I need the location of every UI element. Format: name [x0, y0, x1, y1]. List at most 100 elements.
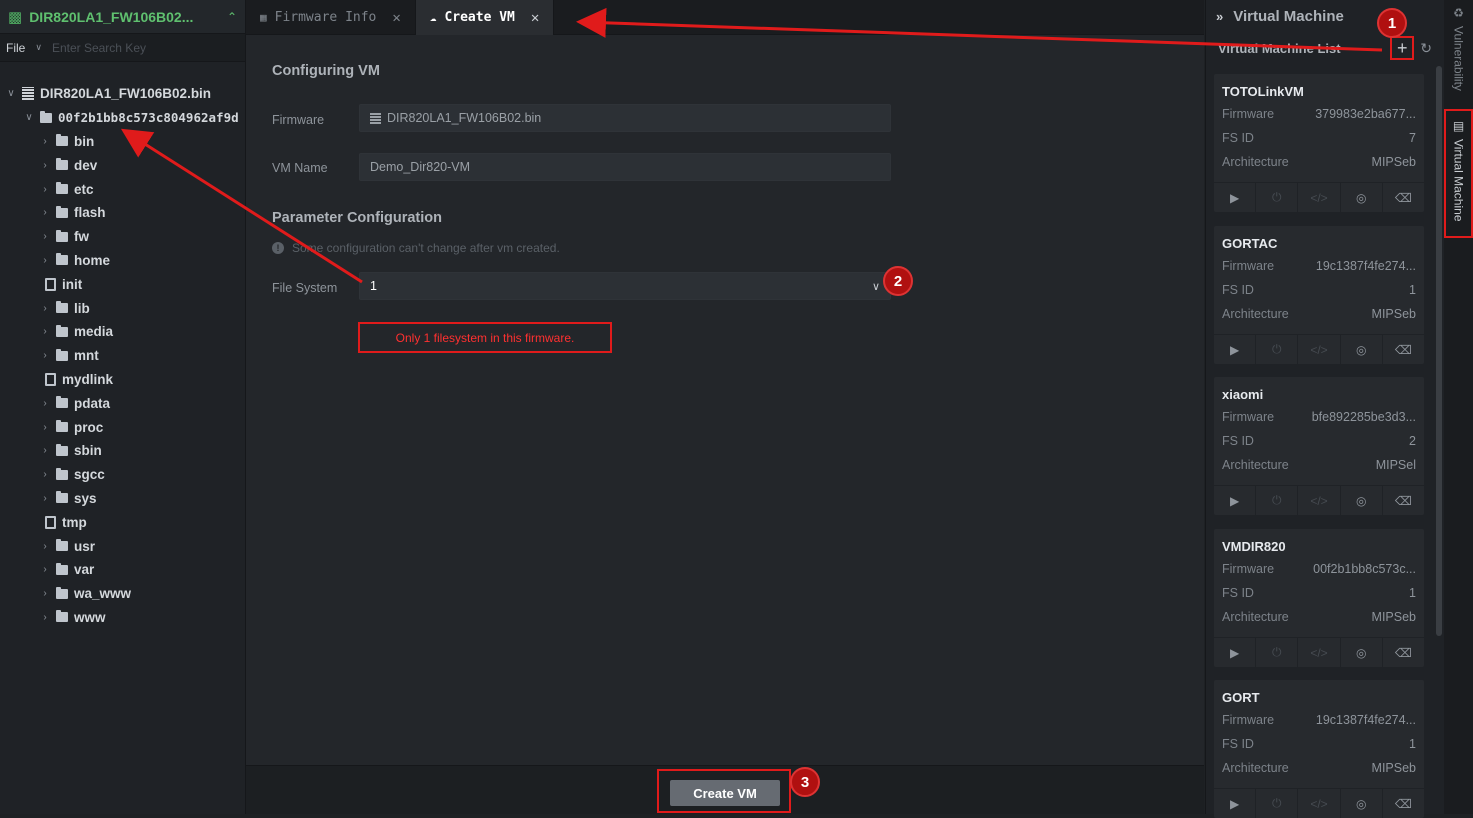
firmware-field: DIR820LA1_FW106B02.bin [359, 104, 891, 132]
tree-item[interactable]: › wa_www [0, 582, 246, 606]
tree-item[interactable]: › usr [0, 534, 246, 558]
tree-item[interactable]: › dev [0, 153, 246, 177]
chevron-right-icon[interactable]: › [40, 184, 50, 195]
chevron-right-icon[interactable]: › [40, 541, 50, 552]
add-vm-button[interactable]: + [1390, 36, 1415, 60]
trash-icon[interactable]: ⌫ [1383, 335, 1424, 364]
search-input[interactable]: Enter Search Key [52, 41, 146, 55]
tab-label: Firmware Info [274, 10, 377, 25]
tree-root[interactable]: ∨ DIR820LA1_FW106B02.bin [0, 82, 246, 106]
vm-card[interactable]: TOTOLinkVM Firmware 379983e2ba677... FS ID 7… [1214, 74, 1424, 212]
folder-icon [56, 301, 68, 314]
chevron-right-icon[interactable]: › [40, 160, 50, 171]
code-icon[interactable]: </> [1298, 486, 1341, 515]
vm-card[interactable]: GORTAC Firmware 19c1387f4fe274... FS ID 1 Arc… [1214, 226, 1424, 364]
vm-panel: » Virtual Machine Virtual Machine List +… [1205, 0, 1444, 818]
tab-create-vm[interactable]: ☁ Create VM ✕ [415, 0, 555, 35]
chevron-right-icon[interactable]: › [40, 303, 50, 314]
code-icon[interactable]: </> [1298, 183, 1341, 212]
power-icon[interactable]: ⏻ [1256, 183, 1299, 212]
tree-item[interactable]: › www [0, 606, 246, 630]
tree-item[interactable]: › etc [0, 177, 246, 201]
vm-card[interactable]: xiaomi Firmware bfe892285be3d3... FS ID 2 Arc… [1214, 377, 1424, 515]
chevron-right-icon[interactable]: › [40, 469, 50, 480]
play-icon[interactable]: ▶ [1214, 335, 1257, 364]
vm-arch-row: Architecture MIPSeb [1214, 150, 1424, 174]
chevron-down-icon[interactable]: ∨ [35, 42, 42, 53]
vm-name: TOTOLinkVM [1222, 84, 1304, 99]
trash-icon[interactable]: ⌫ [1383, 183, 1424, 212]
close-icon[interactable]: ✕ [531, 10, 539, 26]
code-icon[interactable]: </> [1298, 638, 1341, 667]
chevron-up-icon[interactable]: ⌃ [227, 10, 237, 24]
tree-item[interactable]: › var [0, 558, 246, 582]
chevron-down-icon[interactable]: ∨ [872, 280, 880, 293]
tree-item[interactable]: › home [0, 249, 246, 273]
chevron-down-icon[interactable]: ∨ [24, 112, 34, 123]
info-note: ! Some configuration can't change after … [272, 241, 560, 255]
chevron-right-icon[interactable]: › [40, 350, 50, 361]
trash-icon[interactable]: ⌫ [1383, 486, 1424, 515]
settings-icon[interactable]: ◎ [1341, 486, 1383, 515]
settings-icon[interactable]: ◎ [1341, 638, 1383, 667]
tree-item[interactable]: › media [0, 320, 246, 344]
chevron-down-icon[interactable]: ∨ [6, 88, 16, 99]
chevron-right-icon[interactable]: › [40, 493, 50, 504]
project-icon: ▩ [8, 8, 23, 26]
chevron-right-icon[interactable]: › [40, 422, 50, 433]
chevron-right-icon[interactable]: › [40, 612, 50, 623]
chevron-right-icon[interactable]: › [40, 255, 50, 266]
tree-item[interactable]: › sgcc [0, 463, 246, 487]
tree-item[interactable]: › flash [0, 201, 246, 225]
tree-item[interactable]: › pdata [0, 391, 246, 415]
chevron-right-icon[interactable]: › [40, 588, 50, 599]
settings-icon[interactable]: ◎ [1341, 183, 1383, 212]
tree-filesystem[interactable]: ∨ 00f2b1bb8c573c804962af9d [0, 106, 246, 130]
scrollbar[interactable] [1436, 66, 1442, 636]
tab-vulnerability[interactable]: ♻ Vulnerability [1444, 6, 1473, 102]
chevron-right-icon[interactable]: › [40, 398, 50, 409]
power-icon[interactable]: ⏻ [1256, 486, 1299, 515]
tree-item[interactable]: › lib [0, 296, 246, 320]
code-icon[interactable]: </> [1298, 335, 1341, 364]
tree-item[interactable]: › proc [0, 415, 246, 439]
chevron-right-icon[interactable]: › [40, 231, 50, 242]
tree-item[interactable]: init [0, 272, 246, 296]
tab-virtual-machine[interactable]: ▤ Virtual Machine [1444, 109, 1473, 238]
vm-name-input[interactable]: Demo_Dir820-VM [359, 153, 891, 181]
file-system-select[interactable]: 1 ∨ [359, 272, 891, 300]
close-icon[interactable]: ✕ [392, 10, 400, 26]
file-link-icon [45, 372, 56, 386]
chevron-right-icon[interactable]: › [40, 445, 50, 456]
tree-item[interactable]: › mnt [0, 344, 246, 368]
tree-item[interactable]: tmp [0, 510, 246, 534]
vm-card[interactable]: VMDIR820 Firmware 00f2b1bb8c573c... FS ID 1 A… [1214, 529, 1424, 667]
tree-item[interactable]: › sys [0, 487, 246, 511]
refresh-icon[interactable]: ↻ [1420, 40, 1432, 57]
power-icon[interactable]: ⏻ [1256, 335, 1299, 364]
play-icon[interactable]: ▶ [1214, 486, 1257, 515]
project-header[interactable]: ▩ DIR820LA1_FW106B02... ⌃ [0, 0, 245, 34]
chevron-right-icon[interactable]: › [40, 326, 50, 337]
expand-icon[interactable]: » [1216, 9, 1223, 24]
tree-item-label: mnt [74, 348, 99, 364]
chevron-right-icon[interactable]: › [40, 136, 50, 147]
chevron-right-icon[interactable]: › [40, 564, 50, 575]
play-icon[interactable]: ▶ [1214, 183, 1257, 212]
play-icon[interactable]: ▶ [1214, 638, 1257, 667]
file-menu[interactable]: File [6, 41, 25, 55]
vm-name: GORT [1222, 690, 1260, 705]
chevron-right-icon[interactable]: › [40, 207, 50, 218]
tree-item[interactable]: mydlink [0, 368, 246, 392]
vm-card[interactable]: GORT Firmware 19c1387f4fe274... FS ID 1 Archi… [1214, 680, 1424, 818]
file-tree: ∨ DIR820LA1_FW106B02.bin ∨ 00f2b1bb8c573… [0, 82, 246, 629]
cloud-icon: ☁ [429, 11, 437, 24]
tree-item[interactable]: › bin [0, 130, 246, 154]
tree-item[interactable]: › sbin [0, 439, 246, 463]
settings-icon[interactable]: ◎ [1341, 335, 1383, 364]
tab-firmware-info[interactable]: ▦ Firmware Info ✕ [246, 0, 416, 35]
create-vm-button[interactable]: Create VM [670, 780, 780, 806]
power-icon[interactable]: ⏻ [1256, 638, 1299, 667]
tree-item[interactable]: › fw [0, 225, 246, 249]
trash-icon[interactable]: ⌫ [1383, 638, 1424, 667]
